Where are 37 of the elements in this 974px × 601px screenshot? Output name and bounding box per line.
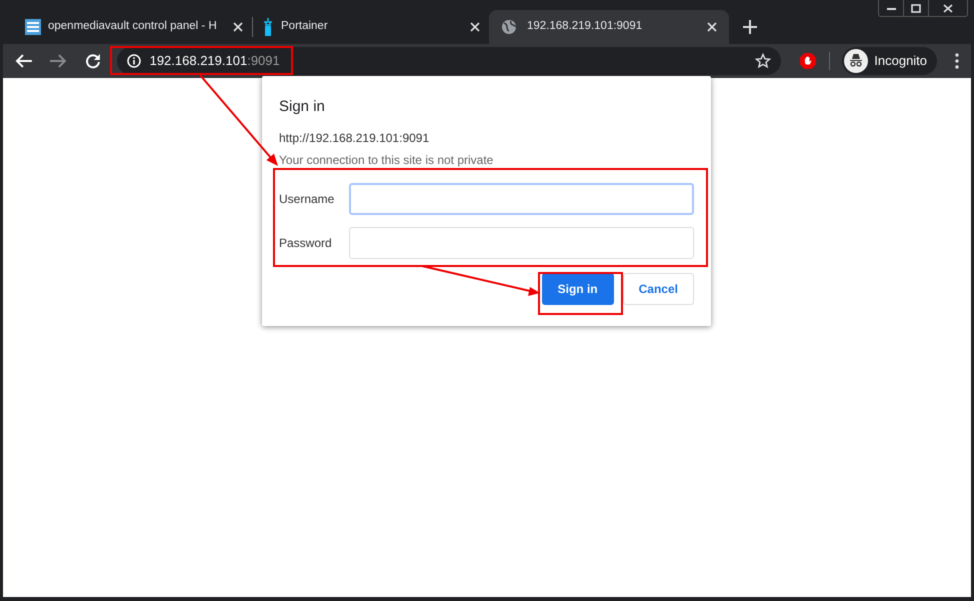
field-label: Username (279, 190, 336, 208)
field-label: Password (279, 234, 333, 252)
bottle-icon (262, 18, 274, 36)
sign-in-button[interactable]: Sign in (542, 272, 614, 304)
tab-title: Portainer (281, 19, 329, 34)
hand-stop-icon[interactable] (799, 52, 818, 70)
forward-icon[interactable] (48, 53, 67, 69)
profile-label: Incognito (874, 52, 928, 70)
profile-chip[interactable]: Incognito (842, 47, 938, 75)
reload-icon[interactable] (84, 53, 101, 69)
info-icon (126, 54, 141, 68)
tab-title: openmediavault control panel - H (48, 19, 218, 34)
back-icon[interactable] (15, 53, 33, 69)
connection-warning: Your connection to this site is not private (279, 152, 494, 168)
url-text: 192.168.219.101:9091 (150, 52, 280, 70)
browser-tab[interactable]: Portainer (253, 10, 489, 44)
dialog-title: Sign in (279, 97, 326, 117)
origin-text: http://192.168.219.101:9091 (279, 130, 430, 146)
close-icon[interactable] (470, 22, 480, 32)
minimize-icon (886, 6, 896, 10)
close-icon[interactable] (233, 22, 243, 32)
maximize-icon (911, 4, 921, 12)
input-field[interactable] (348, 182, 694, 214)
cancel-button[interactable]: Cancel (622, 272, 694, 304)
new-tab-icon[interactable] (743, 20, 757, 34)
close-icon (943, 4, 953, 12)
globe-icon (501, 19, 517, 35)
address-bar[interactable]: 192.168.219.101:9091 (116, 47, 782, 75)
star-icon[interactable] (755, 53, 772, 69)
browser-tab[interactable]: openmediavault control panel - H (16, 10, 252, 44)
input-field[interactable] (348, 226, 694, 258)
close-icon[interactable] (707, 22, 717, 32)
browser-tab[interactable]: 192.168.219.101:9091 (489, 10, 729, 44)
list-icon (25, 19, 41, 35)
incognito-icon (844, 49, 868, 73)
menu-icon[interactable] (955, 53, 959, 69)
tab-title: 192.168.219.101:9091 (527, 19, 644, 34)
